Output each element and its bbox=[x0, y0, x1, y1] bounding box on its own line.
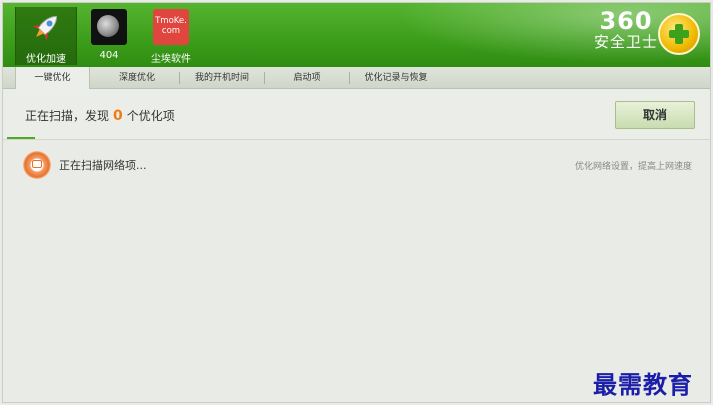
tool-dust-software[interactable]: TmoKe. com 尘埃软件 bbox=[141, 7, 201, 65]
brand: 360 安全卫士 bbox=[594, 9, 658, 50]
tmoke-text: TmoKe. bbox=[155, 16, 187, 26]
header-bar: 优化加速 404 TmoKe. com 尘埃软件 360 安全卫士 bbox=[3, 3, 710, 67]
tab-bar: 一键优化 深度优化 我的开机时间 启动项 优化记录与恢复 bbox=[3, 67, 710, 90]
tab-one-click-optimize[interactable]: 一键优化 bbox=[15, 67, 90, 90]
brand-text: 安全卫士 bbox=[593, 33, 658, 51]
tool-optimize-speed[interactable]: 优化加速 bbox=[15, 7, 77, 65]
scan-status-text: 正在扫描，发现 0 个优化项 bbox=[25, 107, 175, 124]
tool-label: 404 bbox=[99, 50, 119, 61]
scan-item-hint: 优化网络设置，提高上网速度 bbox=[574, 162, 692, 172]
cancel-button[interactable]: 取消 bbox=[615, 101, 695, 129]
network-scan-icon bbox=[23, 151, 51, 179]
tool-label: 尘埃软件 bbox=[151, 54, 191, 65]
status-prefix: 正在扫描，发现 bbox=[25, 109, 110, 123]
scan-progress-bar bbox=[7, 137, 35, 139]
status-suffix: 个优化项 bbox=[126, 109, 175, 123]
tab-deep-optimize[interactable]: 深度优化 bbox=[95, 67, 179, 89]
360-logo-icon bbox=[658, 13, 700, 55]
moon-icon bbox=[91, 9, 127, 45]
tmoke-text-com: com bbox=[161, 26, 181, 36]
tab-boot-time[interactable]: 我的开机时间 bbox=[180, 67, 264, 89]
tmoke-logo-icon: TmoKe. com bbox=[153, 9, 189, 45]
scan-item-label: 正在扫描网络项... bbox=[59, 159, 147, 172]
list-item: 正在扫描网络项... 优化网络设置，提高上网速度 bbox=[3, 149, 710, 183]
tool-label: 优化加速 bbox=[26, 54, 66, 65]
found-count: 0 bbox=[113, 108, 123, 124]
rocket-icon bbox=[28, 9, 64, 45]
app-window: 优化加速 404 TmoKe. com 尘埃软件 360 安全卫士 一键优化 深… bbox=[2, 2, 711, 403]
scan-status-bar: 正在扫描，发现 0 个优化项 取消 bbox=[3, 89, 710, 140]
tab-startup-items[interactable]: 启动项 bbox=[265, 67, 349, 89]
tool-404[interactable]: 404 bbox=[79, 7, 139, 65]
brand-number: 360 bbox=[599, 7, 653, 35]
watermark: 最需教育 bbox=[593, 370, 693, 399]
tab-history-restore[interactable]: 优化记录与恢复 bbox=[350, 67, 442, 89]
